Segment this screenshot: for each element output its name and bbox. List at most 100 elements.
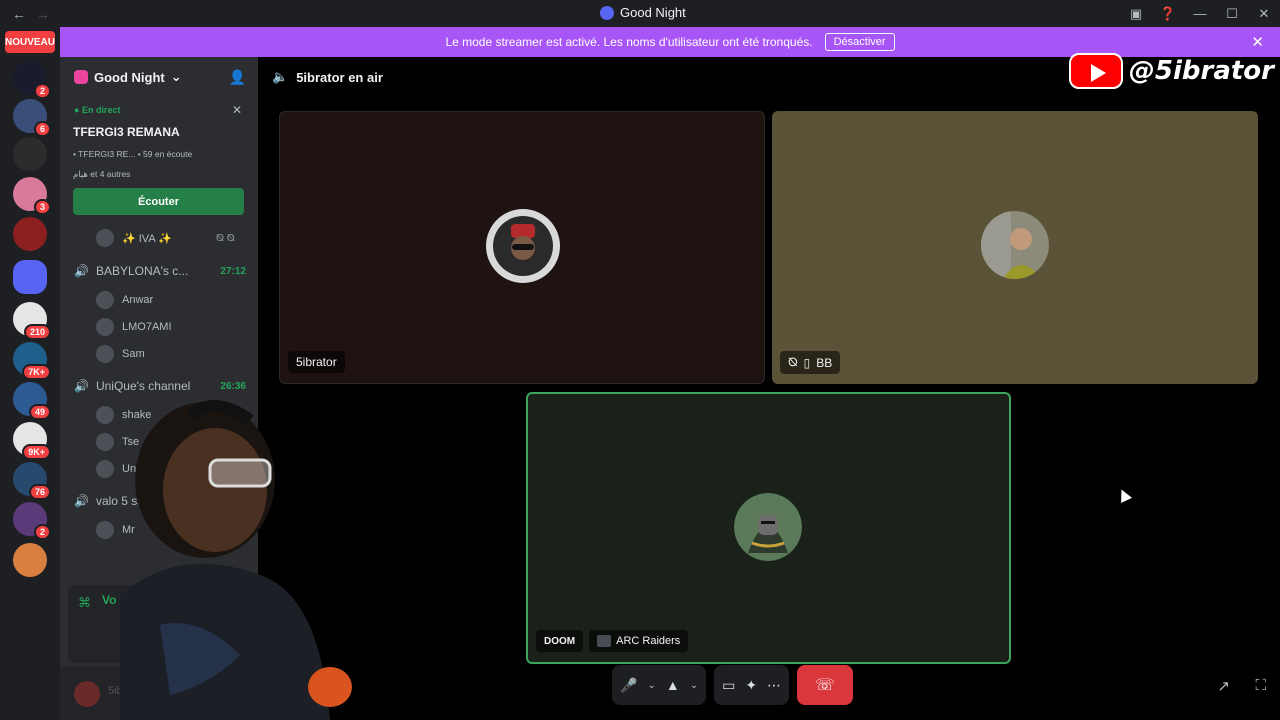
title-bar: ← → Good Night ▣ ❓ — ☐ ✕ [0,0,1280,27]
avatar [96,291,114,309]
forward-icon[interactable]: → [36,6,50,22]
window-controls: ▣ ❓ — ☐ ✕ [1120,0,1280,27]
member-name: LMO7AMI [122,321,172,333]
voice-channel[interactable]: 🔊 BABYLONA's c... 27:12 [74,264,246,278]
server-icon[interactable] [13,217,47,251]
chevron-down-icon[interactable]: ⌄ [647,680,655,691]
participant-tag: DOOM [536,630,584,652]
participant-tile-5ibrator[interactable]: 5ibrator [279,111,765,384]
share-controls: ▭ ✦ ⋯ [714,665,790,705]
activity-name: ARC Raiders [616,635,681,647]
server-icon[interactable]: 210 [13,302,51,340]
activity-label: ARC Raiders [589,630,689,652]
listen-button[interactable]: Écouter [73,188,244,215]
window-title: Good Night [600,5,686,20]
notification-badge: 210 [23,324,51,340]
channel-member[interactable]: Sam [96,345,145,363]
popout-icon[interactable]: ↗ [1217,677,1230,695]
back-icon[interactable]: ← [12,6,26,22]
server-icon[interactable]: 49 [13,382,51,420]
channel-member[interactable]: LMO7AMI [96,318,172,336]
server-icon[interactable]: 3 [13,177,51,215]
notification-badge: 3 [33,199,51,215]
call-channel-title: 5ibrator en air [296,69,383,85]
mobile-icon: ▯ [803,355,811,370]
muted-icon: ⦰ ⦰ [216,232,235,244]
participant-labels: DOOM ARC Raiders [536,630,689,652]
server-icon [600,5,614,20]
notification-badge: 2 [33,83,51,99]
activities-icon[interactable]: ✦ [745,677,757,694]
channel-member[interactable]: Anwar [96,291,153,309]
camera-off-icon[interactable]: ▲ [666,677,680,693]
avatar [96,406,114,424]
close-icon[interactable]: ✕ [232,103,242,117]
close-icon[interactable]: ✕ [1251,33,1264,51]
avatar [96,433,114,451]
minimize-button[interactable]: — [1184,6,1216,21]
webcam-overlay [120,400,352,720]
server-name: Good Night [94,69,165,85]
server-icon[interactable] [13,543,47,577]
screen-share-icon[interactable]: ▭ [722,677,735,694]
close-button[interactable]: ✕ [1248,6,1280,22]
server-icon[interactable] [13,260,47,294]
new-badge[interactable]: NOUVEAU [5,31,55,53]
disable-streamer-button[interactable]: Désactiver [824,33,895,51]
avatar [734,493,802,561]
help-icon[interactable]: ❓ [1152,6,1184,22]
server-icon[interactable] [13,137,47,171]
notification-badge: 2 [33,524,51,540]
participant-label: ⦰ ▯ BB [780,351,841,374]
invite-icon[interactable]: 👤 [229,69,246,86]
live-tag: ● En direct [74,105,121,115]
participant-tile-bb[interactable]: ⦰ ▯ BB [772,111,1258,384]
participant-name: BB [816,355,833,370]
server-header[interactable]: Good Night ⌄ [74,69,182,85]
server-icon[interactable]: 76 [13,462,51,500]
mic-muted-icon: ⦰ [788,355,798,369]
notification-badge: 49 [28,404,51,420]
live-stage-name: TFERGI3 REMANA [73,125,180,139]
voice-channel[interactable]: 🔊 UniQue's channel 26:36 [74,379,246,393]
server-icon[interactable]: 7K+ [13,342,51,380]
live-stage-meta: • TFERGI3 RE... • 59 en écoute [73,149,193,159]
server-icon[interactable]: 2 [13,502,51,540]
avatar[interactable] [74,681,100,707]
channel-name: UniQue's channel [95,379,191,393]
server-icon[interactable]: 6 [13,99,51,137]
voice-channel-icon: 🔊 [74,264,89,278]
notification-badge: 7K+ [22,364,51,380]
member-iva[interactable]: ✨ IVA ✨ ⦰ ⦰ [96,229,235,247]
member-name: ✨ IVA ✨ [122,232,172,245]
more-icon[interactable]: ⋯ [767,677,781,694]
fullscreen-icon[interactable]: ⛶ [1255,677,1266,694]
channel-name: BABYLONA's c... [95,264,189,278]
participant-tile-doom[interactable]: DOOM ARC Raiders [526,392,1011,664]
notification-badge: 76 [28,484,51,500]
chevron-down-icon: ⌄ [170,69,182,84]
avatar [96,229,114,247]
server-icon[interactable]: 2 [13,61,51,99]
voice-channel-icon: 🔊 [74,494,89,508]
audio-video-controls: 🎤 ⌄ ▲ ⌄ [612,665,707,705]
voice-status[interactable]: Vo [102,593,116,607]
mouse-cursor-icon [1116,487,1132,503]
microphone-icon[interactable]: 🎤 [620,677,637,694]
live-stage-card: ● En direct ✕ TFERGI3 REMANA • TFERGI3 R… [66,97,252,221]
notification-badge: 9K+ [22,444,51,460]
participant-label: 5ibrator [288,351,345,373]
window-title-text: Good Night [620,5,686,20]
nav-buttons: ← → [12,6,50,22]
maximize-button[interactable]: ☐ [1216,6,1248,22]
chevron-down-icon[interactable]: ⌄ [690,680,698,691]
avatar [96,460,114,478]
channel-duration: 27:12 [220,265,246,277]
inbox-icon[interactable]: ▣ [1120,6,1152,22]
live-participants: هيام et 4 autres [73,169,131,179]
call-header: 🔈 5ibrator en air [272,69,383,85]
end-call-button[interactable]: ☏ [797,665,854,705]
call-controls: 🎤 ⌄ ▲ ⌄ ▭ ✦ ⋯ ☏ [612,665,854,705]
avatar [981,211,1049,279]
server-icon[interactable]: 9K+ [13,422,51,460]
